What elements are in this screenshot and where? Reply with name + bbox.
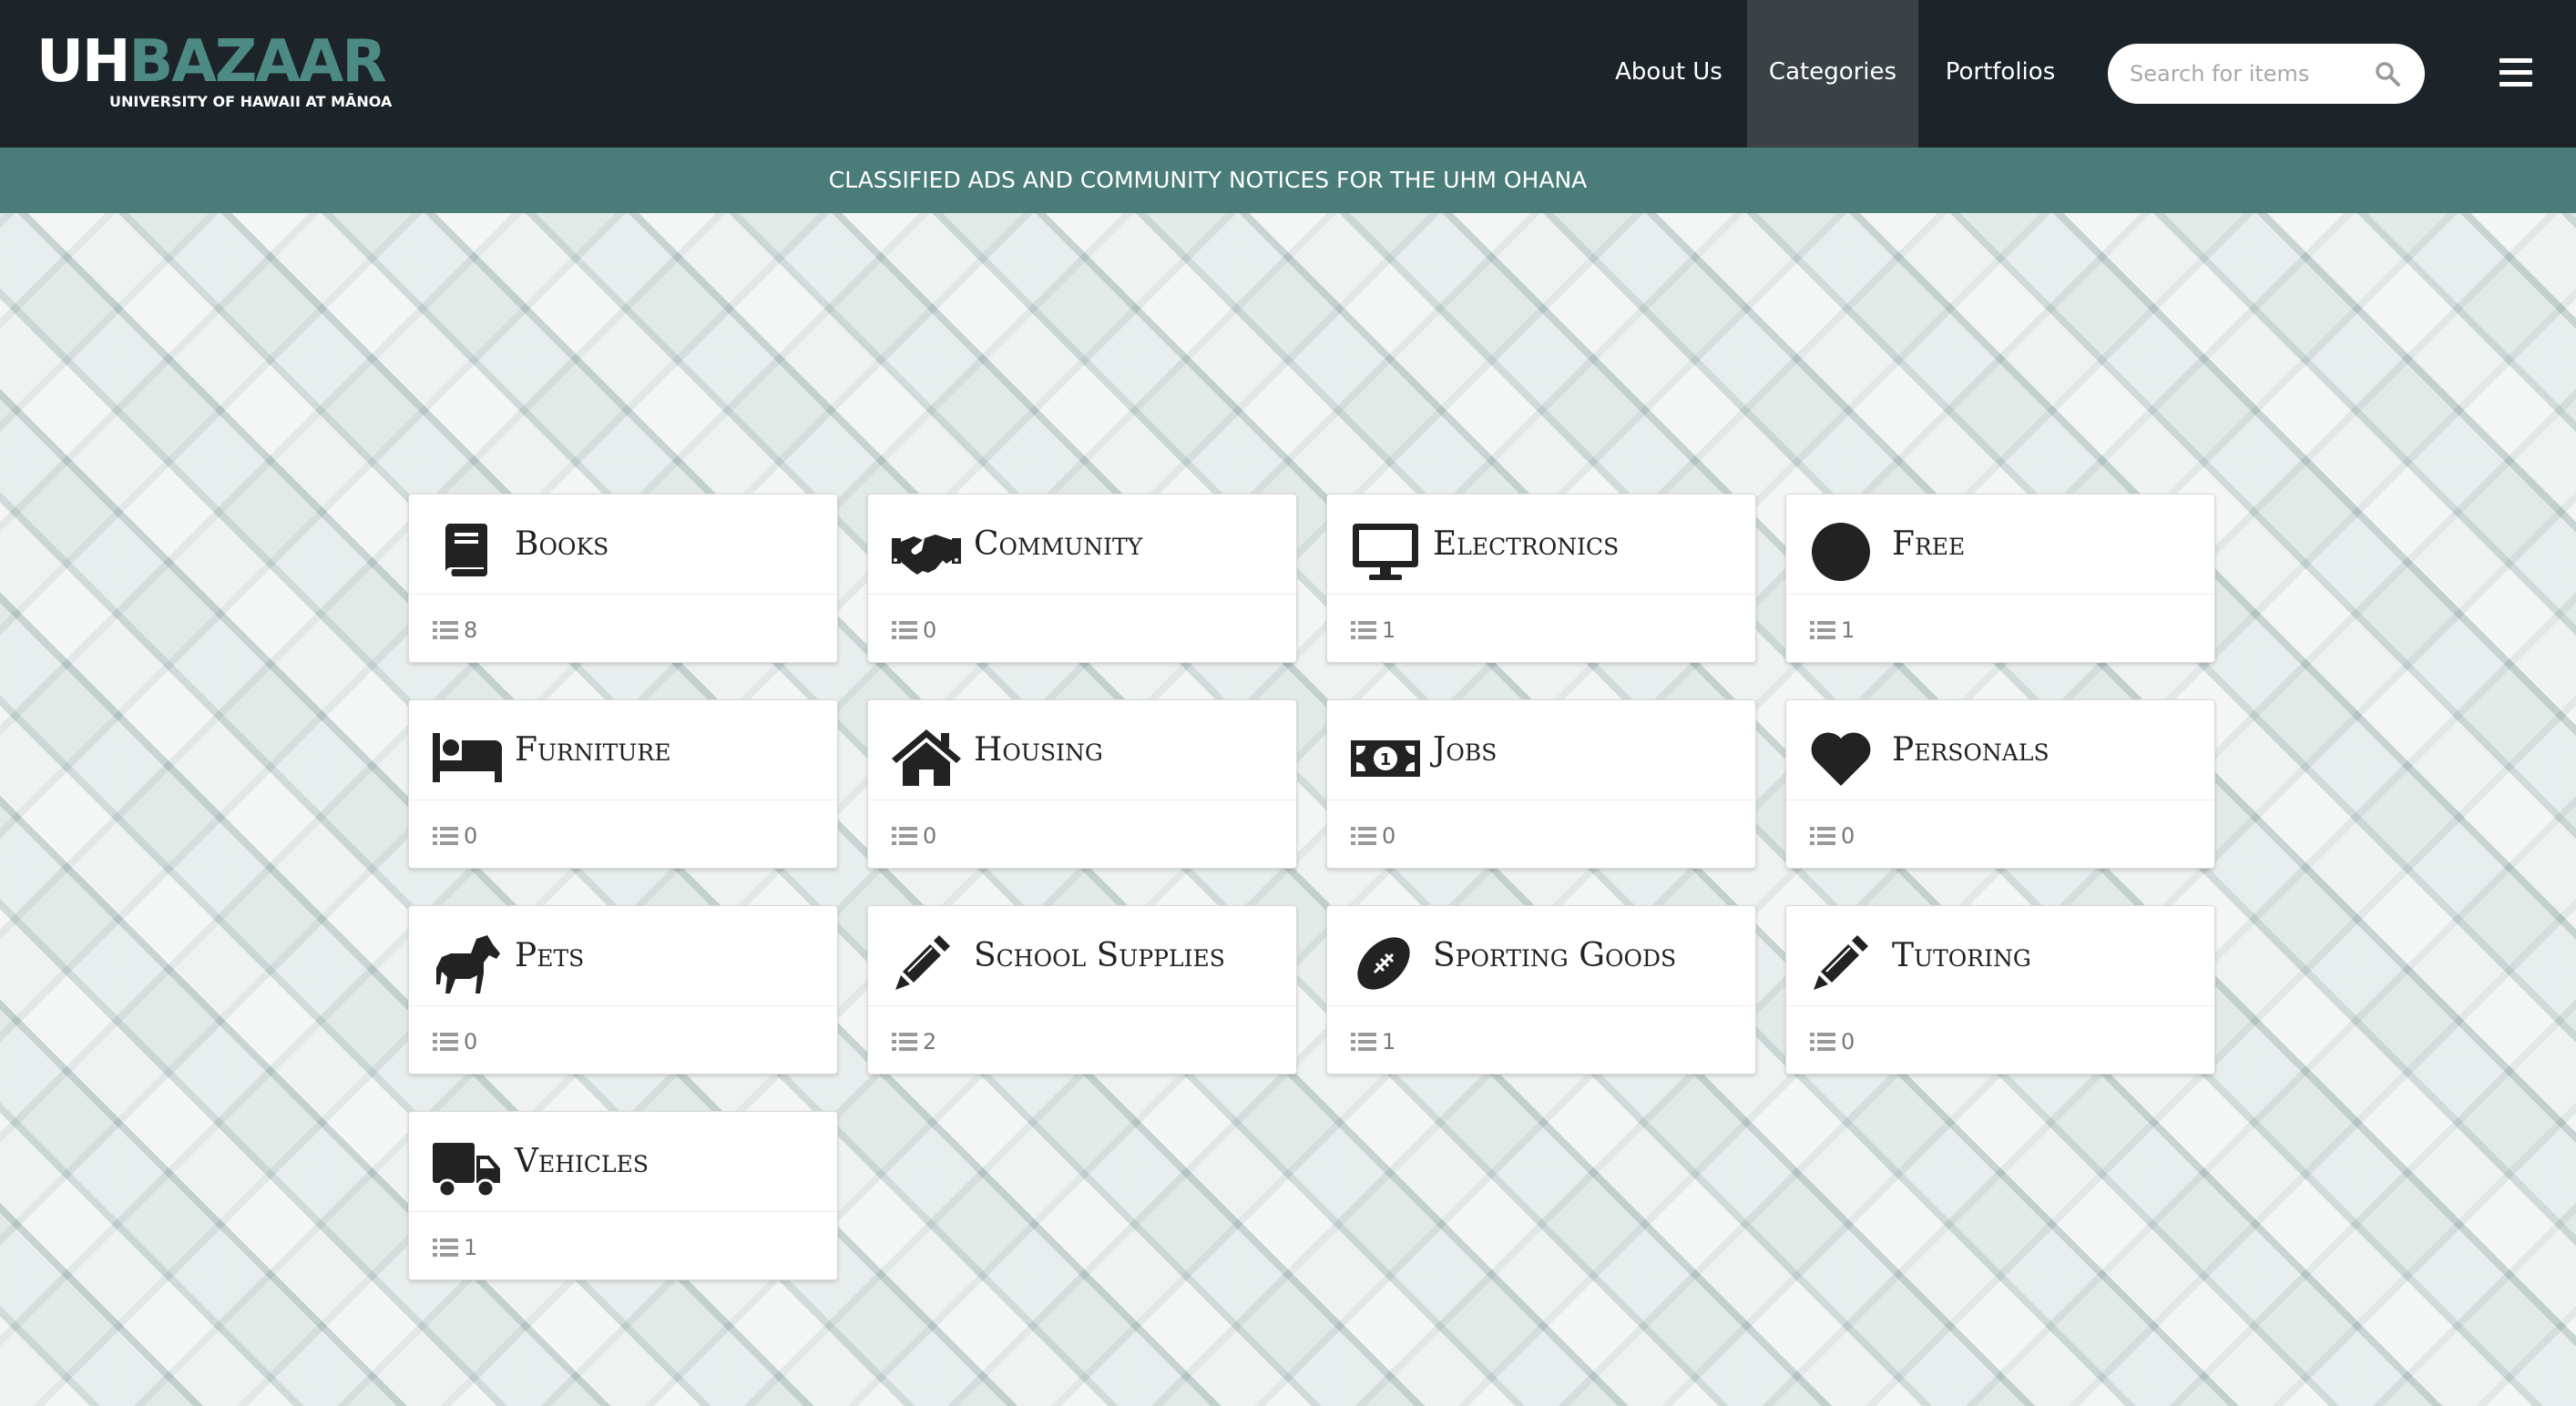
list-icon xyxy=(892,826,917,846)
item-count: 1 xyxy=(1841,617,1855,643)
category-title: Housing xyxy=(974,731,1103,769)
list-icon xyxy=(433,826,458,846)
list-icon xyxy=(892,620,917,640)
item-count: 1 xyxy=(1382,617,1396,643)
search-input[interactable] xyxy=(2130,44,2366,104)
category-title: Community xyxy=(974,525,1143,563)
list-icon xyxy=(1351,620,1376,640)
category-card-furniture[interactable]: Furniture 0 xyxy=(408,699,838,869)
card-header: Tutoring xyxy=(1786,906,2214,1006)
svg-text:1: 1 xyxy=(1380,750,1392,769)
card-header: 1 Jobs xyxy=(1327,700,1755,800)
hamburger-bar xyxy=(2499,82,2532,87)
navbar: UHBAZAAR UNIVERSITY OF HAWAII AT MĀNOA A… xyxy=(0,0,2576,148)
category-card-pets[interactable]: Pets 0 xyxy=(408,905,838,1075)
category-title: Jobs xyxy=(1433,731,1498,769)
category-title: Furniture xyxy=(515,731,671,769)
category-card-free[interactable]: Free 1 xyxy=(1785,494,2215,663)
card-header: Sporting Goods xyxy=(1327,906,1755,1006)
handshake-icon xyxy=(892,522,961,582)
item-count: 0 xyxy=(464,823,478,849)
list-icon xyxy=(1351,1032,1376,1052)
list-icon xyxy=(892,1032,917,1052)
logo-wordmark: UHBAZAAR xyxy=(36,33,387,91)
book-icon xyxy=(433,522,502,582)
hamburger-menu-icon[interactable] xyxy=(2499,58,2532,87)
category-title: Vehicles xyxy=(515,1143,649,1180)
category-title: Free xyxy=(1892,525,1966,563)
heart-icon xyxy=(1810,728,1879,788)
search-box xyxy=(2108,44,2425,104)
category-title: Personals xyxy=(1892,731,2050,769)
item-count: 0 xyxy=(1382,823,1396,849)
category-title: Pets xyxy=(515,937,585,974)
site-logo[interactable]: UHBAZAAR UNIVERSITY OF HAWAII AT MĀNOA xyxy=(36,33,401,110)
card-header: Free xyxy=(1786,494,2214,595)
circle-icon xyxy=(1810,522,1879,582)
category-card-tutoring[interactable]: Tutoring 0 xyxy=(1785,905,2215,1075)
item-count: 2 xyxy=(923,1029,937,1054)
search-icon[interactable] xyxy=(2374,60,2401,87)
card-header: Books xyxy=(409,494,837,595)
category-card-school-supplies[interactable]: School Supplies 2 xyxy=(867,905,1297,1075)
item-count: 0 xyxy=(464,1029,478,1054)
horse-icon xyxy=(433,933,502,993)
category-card-housing[interactable]: Housing 0 xyxy=(867,699,1297,869)
list-icon xyxy=(433,620,458,640)
item-count: 1 xyxy=(464,1235,478,1260)
pencil-icon xyxy=(892,933,961,993)
category-title: Electronics xyxy=(1433,525,1620,563)
item-count: 8 xyxy=(464,617,478,643)
card-header: Vehicles xyxy=(409,1112,837,1212)
category-card-electronics[interactable]: Electronics 1 xyxy=(1326,494,1756,663)
logo-subtitle: UNIVERSITY OF HAWAII AT MĀNOA xyxy=(109,93,393,110)
tagline-banner: CLASSIFIED ADS AND COMMUNITY NOTICES FOR… xyxy=(0,148,2576,213)
truck-icon xyxy=(433,1139,502,1199)
pencil-icon xyxy=(1810,933,1879,993)
item-count: 1 xyxy=(1382,1029,1396,1054)
hamburger-bar xyxy=(2499,70,2532,75)
football-icon xyxy=(1351,933,1420,993)
list-icon xyxy=(1351,826,1376,846)
category-card-personals[interactable]: Personals 0 xyxy=(1785,699,2215,869)
item-count: 0 xyxy=(923,823,937,849)
category-title: Books xyxy=(515,525,609,563)
item-count: 0 xyxy=(1841,1029,1855,1054)
card-header: Community xyxy=(868,494,1296,595)
logo-bazaar: BAZAAR xyxy=(128,28,387,96)
bed-icon xyxy=(433,728,502,788)
nav-categories[interactable]: Categories xyxy=(1747,0,1918,148)
card-header: Furniture xyxy=(409,700,837,800)
card-header: Electronics xyxy=(1327,494,1755,595)
card-header: School Supplies xyxy=(868,906,1296,1006)
category-card-vehicles[interactable]: Vehicles 1 xyxy=(408,1111,838,1280)
monitor-icon xyxy=(1351,522,1420,582)
category-card-sporting-goods[interactable]: Sporting Goods 1 xyxy=(1326,905,1756,1075)
item-count: 0 xyxy=(923,617,937,643)
list-icon xyxy=(1810,620,1835,640)
category-card-books[interactable]: Books 8 xyxy=(408,494,838,663)
card-header: Pets xyxy=(409,906,837,1006)
category-card-jobs[interactable]: 1 Jobs 0 xyxy=(1326,699,1756,869)
logo-uh: UH xyxy=(36,28,131,96)
item-count: 0 xyxy=(1841,823,1855,849)
list-icon xyxy=(433,1032,458,1052)
category-title: School Supplies xyxy=(974,937,1225,974)
category-title: Sporting Goods xyxy=(1433,937,1677,974)
tagline-text: CLASSIFIED ADS AND COMMUNITY NOTICES FOR… xyxy=(828,167,1588,193)
list-icon xyxy=(433,1238,458,1258)
hamburger-bar xyxy=(2499,58,2532,63)
category-card-community[interactable]: Community 0 xyxy=(867,494,1297,663)
list-icon xyxy=(1810,826,1835,846)
card-header: Personals xyxy=(1786,700,2214,800)
card-header: Housing xyxy=(868,700,1296,800)
category-title: Tutoring xyxy=(1892,937,2031,974)
money-icon: 1 xyxy=(1351,728,1420,788)
nav-about-us[interactable]: About Us xyxy=(1605,0,1733,148)
home-icon xyxy=(892,728,961,788)
nav-portfolios[interactable]: Portfolios xyxy=(1929,0,2071,148)
list-icon xyxy=(1810,1032,1835,1052)
